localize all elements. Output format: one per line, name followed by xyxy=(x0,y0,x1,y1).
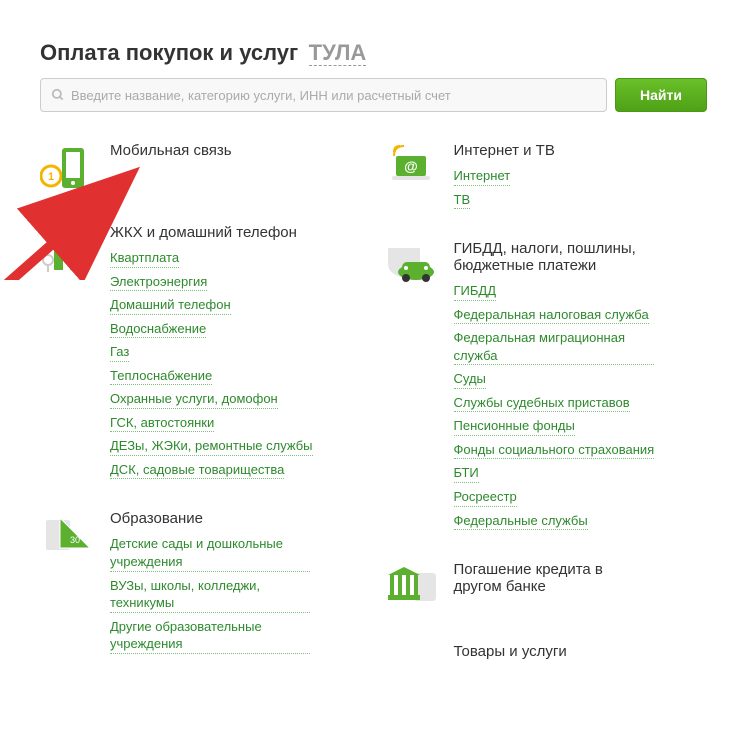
category-link[interactable]: Квартплата xyxy=(110,249,179,268)
category-title[interactable]: Товары и услуги xyxy=(454,643,708,660)
category-link[interactable]: ДСК, садовые товарищества xyxy=(110,461,284,480)
category-link[interactable]: Охранные услуги, домофон xyxy=(110,390,278,409)
category-link[interactable]: Другие образовательные учреждения xyxy=(110,618,310,654)
category-link[interactable]: ВУЗы, школы, колледжи, техникумы xyxy=(110,577,310,613)
svg-text:1: 1 xyxy=(48,171,54,183)
category-link[interactable]: БТИ xyxy=(454,464,479,483)
svg-text:@: @ xyxy=(404,158,418,174)
category-link[interactable]: Газ xyxy=(110,343,129,362)
page-title: Оплата покупок и услуг xyxy=(40,40,298,65)
category-link[interactable]: Фонды социального страхования xyxy=(454,441,655,460)
laptop-icon: @ xyxy=(384,142,440,198)
category-link[interactable]: ГСК, автостоянки xyxy=(110,414,214,433)
category-link[interactable]: Пенсионные фонды xyxy=(454,417,575,436)
mobile-icon: 1 xyxy=(40,142,96,198)
category-link[interactable]: Теплоснабжение xyxy=(110,367,212,386)
category-internet-tv: @ Интернет и ТВ Интернет ТВ xyxy=(384,142,708,214)
category-link[interactable]: Водоснабжение xyxy=(110,320,206,339)
category-link[interactable]: ГИБДД xyxy=(454,282,497,301)
category-mobile: 1 Мобильная связь xyxy=(40,142,364,198)
category-link[interactable]: ТВ xyxy=(454,191,471,210)
category-goods: Товары и услуги xyxy=(384,643,708,699)
category-link[interactable]: Федеральная налоговая служба xyxy=(454,306,649,325)
category-gibdd: ГИБДД, налоги, пошлины, бюджетные платеж… xyxy=(384,240,708,535)
search-icon xyxy=(51,88,65,102)
category-title[interactable]: Погашение кредита в другом банке xyxy=(454,561,654,595)
goods-icon xyxy=(384,643,440,699)
category-link[interactable]: Домашний телефон xyxy=(110,296,231,315)
search-input[interactable] xyxy=(71,88,596,103)
category-link[interactable]: Электроэнергия xyxy=(110,273,207,292)
category-link[interactable]: Росреестр xyxy=(454,488,517,507)
svg-text:30°: 30° xyxy=(70,535,84,545)
region-selector[interactable]: ТУЛА xyxy=(309,40,367,66)
building-icon xyxy=(40,224,96,280)
category-title[interactable]: Мобильная связь xyxy=(110,142,364,159)
category-link[interactable]: Суды xyxy=(454,370,486,389)
category-utilities: ЖКХ и домашний телефон Квартплата Электр… xyxy=(40,224,364,484)
category-title[interactable]: ЖКХ и домашний телефон xyxy=(110,224,364,241)
bank-icon xyxy=(384,561,440,617)
category-title[interactable]: Образование xyxy=(110,510,364,527)
category-link[interactable]: Интернет xyxy=(454,167,511,186)
category-title[interactable]: ГИБДД, налоги, пошлины, бюджетные платеж… xyxy=(454,240,654,274)
category-link[interactable]: Службы судебных приставов xyxy=(454,394,630,413)
education-icon: 30° xyxy=(40,510,96,566)
gibdd-icon xyxy=(384,240,440,296)
category-link[interactable]: Федеральные службы xyxy=(454,512,588,531)
category-link[interactable]: Детские сады и дошкольные учреждения xyxy=(110,535,310,571)
category-link[interactable]: ДЕЗы, ЖЭКи, ремонтные службы xyxy=(110,437,313,456)
category-credit: Погашение кредита в другом банке xyxy=(384,561,708,617)
category-education: 30° Образование Детские сады и дошкольны… xyxy=(40,510,364,658)
search-box[interactable] xyxy=(40,78,607,112)
search-button[interactable]: Найти xyxy=(615,78,707,112)
category-link[interactable]: Федеральная миграционная служба xyxy=(454,329,654,365)
category-title[interactable]: Интернет и ТВ xyxy=(454,142,708,159)
